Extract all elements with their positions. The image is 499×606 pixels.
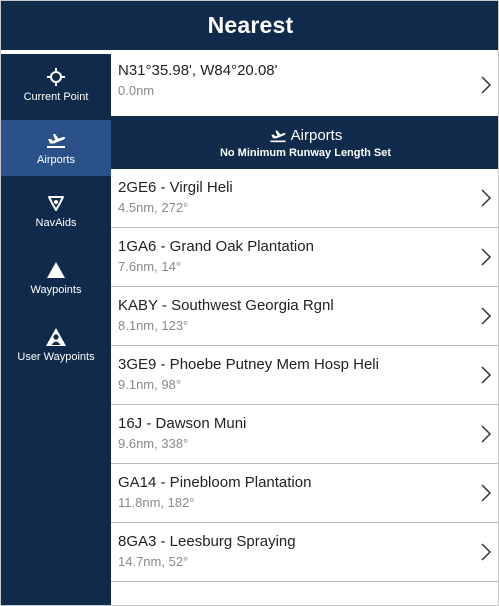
chevron-right-icon <box>481 248 492 266</box>
current-point-coords: N31°35.98', W84°20.08' <box>118 62 278 79</box>
list-item[interactable]: 1GA6 - Grand Oak Plantation 7.6nm, 14° <box>111 228 498 287</box>
airport-detail: 8.1nm, 123° <box>118 318 189 333</box>
list-item[interactable]: 16J - Dawson Muni 9.6nm, 338° <box>111 405 498 464</box>
airports-section-header: Airports No Minimum Runway Length Set <box>111 116 498 169</box>
chevron-right-icon <box>481 189 492 207</box>
current-point-row[interactable]: N31°35.98', W84°20.08' 0.0nm <box>111 54 498 116</box>
airport-detail: 7.6nm, 14° <box>118 259 182 274</box>
airport-name: 1GA6 - Grand Oak Plantation <box>118 238 314 255</box>
airport-detail: 11.8nm, 182° <box>118 495 195 510</box>
chevron-right-icon <box>481 76 492 94</box>
section-subtitle: No Minimum Runway Length Set <box>219 146 392 159</box>
airport-detail: 9.1nm, 98° <box>118 377 182 392</box>
sidebar-item-label: Current Point <box>23 91 89 103</box>
airport-name: 3GE9 - Phoebe Putney Mem Hosp Heli <box>118 356 379 373</box>
sidebar-item-label: Waypoints <box>30 284 82 296</box>
airport-detail: 9.6nm, 338° <box>118 436 189 451</box>
sidebar-item-waypoints[interactable]: Waypoints <box>1 259 111 307</box>
airport-list: 2GE6 - Virgil Heli 4.5nm, 272° 1GA6 - Gr… <box>111 169 498 582</box>
airport-name: 8GA3 - Leesburg Spraying <box>118 533 296 550</box>
sidebar-item-user-waypoints[interactable]: User Waypoints <box>1 326 111 374</box>
airport-name: 16J - Dawson Muni <box>118 415 247 432</box>
airplane-icon <box>270 130 286 142</box>
chevron-right-icon <box>481 543 492 561</box>
chevron-right-icon <box>481 484 492 502</box>
sidebar-item-label: Airports <box>37 154 75 166</box>
airport-name: GA14 - Pinebloom Plantation <box>118 474 312 491</box>
chevron-right-icon <box>481 307 492 325</box>
app-window: Nearest Current Point Airports NavAids W… <box>0 0 499 606</box>
sidebar-item-label: NavAids <box>35 217 77 229</box>
airport-detail: 14.7nm, 52° <box>118 554 189 569</box>
sidebar-item-navaids[interactable]: NavAids <box>1 192 111 240</box>
title-bar: Nearest <box>1 1 498 53</box>
list-item[interactable]: GA14 - Pinebloom Plantation 11.8nm, 182° <box>111 464 498 523</box>
sidebar: Current Point Airports NavAids Waypoints… <box>1 54 111 605</box>
content-panel: N31°35.98', W84°20.08' 0.0nm Airports No… <box>111 54 498 605</box>
chevron-right-icon <box>481 425 492 443</box>
current-point-distance: 0.0nm <box>118 83 155 98</box>
sidebar-item-current-point[interactable]: Current Point <box>1 66 111 114</box>
list-item[interactable]: KABY - Southwest Georgia Rgnl 8.1nm, 123… <box>111 287 498 346</box>
chevron-right-icon <box>481 366 492 384</box>
list-item[interactable]: 3GE9 - Phoebe Putney Mem Hosp Heli 9.1nm… <box>111 346 498 405</box>
sidebar-item-airports[interactable]: Airports <box>1 120 111 176</box>
list-item[interactable]: 8GA3 - Leesburg Spraying 14.7nm, 52° <box>111 523 498 582</box>
page-title: Nearest <box>207 12 294 38</box>
airport-name: KABY - Southwest Georgia Rgnl <box>118 297 334 314</box>
airport-name: 2GE6 - Virgil Heli <box>118 179 233 196</box>
crosshair-icon <box>45 66 67 88</box>
triangle-icon <box>45 259 67 281</box>
list-item[interactable]: 2GE6 - Virgil Heli 4.5nm, 272° <box>111 169 498 228</box>
navaid-icon <box>45 192 67 214</box>
section-title: Airports <box>290 126 343 144</box>
user-waypoint-icon <box>45 326 67 348</box>
sidebar-item-label: User Waypoints <box>17 351 95 363</box>
airport-detail: 4.5nm, 272° <box>118 200 189 215</box>
airplane-icon <box>45 129 67 151</box>
